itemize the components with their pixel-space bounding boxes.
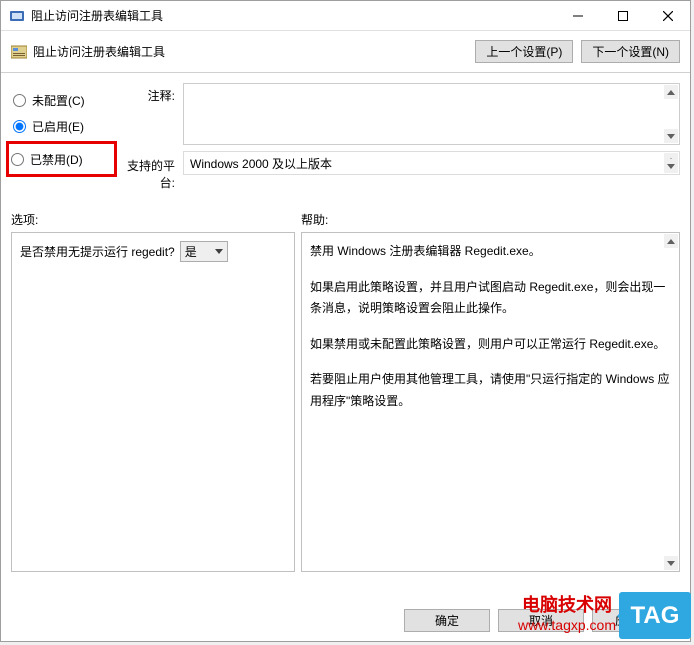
supported-field: Windows 2000 及以上版本 [183,151,680,175]
comment-label: 注释: [117,87,175,157]
radio-disabled[interactable]: 已禁用(D) [9,146,108,172]
help-paragraph: 如果启用此策略设置，并且用户试图启动 Regedit.exe，则会出现一条消息，… [310,277,671,320]
radio-enabled-input[interactable] [13,120,26,133]
help-heading: 帮助: [301,211,680,228]
radio-enabled[interactable]: 已启用(E) [11,113,117,139]
policy-editor-window: 阻止访问注册表编辑工具 阻止访问注册表编辑工具 上一个设置(P) 下一个设置(N… [0,0,691,642]
ok-button[interactable]: 确定 [404,609,490,632]
scroll-down-icon[interactable] [664,556,678,570]
highlight-box: 已禁用(D) [6,141,117,177]
scroll-down-icon[interactable] [664,159,678,173]
options-heading: 选项: [11,211,301,228]
option-select-value: 是 [185,243,197,260]
cancel-button[interactable]: 取消 [498,609,584,632]
scroll-down-icon[interactable] [664,129,678,143]
radio-enabled-label: 已启用(E) [32,118,84,135]
prev-setting-button[interactable]: 上一个设置(P) [475,40,573,63]
titlebar: 阻止访问注册表编辑工具 [1,1,690,31]
app-icon [9,8,25,24]
help-paragraph: 若要阻止用户使用其他管理工具，请使用"只运行指定的 Windows 应用程序"策… [310,369,671,412]
radio-disabled-input[interactable] [11,153,24,166]
scroll-up-icon[interactable] [664,85,678,99]
radio-not-configured-label: 未配置(C) [32,92,85,109]
help-paragraph: 禁用 Windows 注册表编辑器 Regedit.exe。 [310,241,671,263]
minimize-button[interactable] [555,1,600,30]
header-title: 阻止访问注册表编辑工具 [33,43,467,60]
help-paragraph: 如果禁用或未配置此策略设置，则用户可以正常运行 Regedit.exe。 [310,334,671,356]
radio-not-configured[interactable]: 未配置(C) [11,87,117,113]
field-labels: 注释: 支持的平台: [117,83,183,191]
policy-icon [11,44,27,60]
help-panel: 禁用 Windows 注册表编辑器 Regedit.exe。 如果启用此策略设置… [301,232,680,572]
comment-textarea[interactable] [183,83,680,145]
radio-group: 未配置(C) 已启用(E) 已禁用(D) [11,83,117,177]
tag-badge: TAG [619,592,691,639]
maximize-button[interactable] [600,1,645,30]
next-setting-button[interactable]: 下一个设置(N) [581,40,680,63]
options-panel: 是否禁用无提示运行 regedit? 是 [11,232,295,572]
radio-not-configured-input[interactable] [13,94,26,107]
scroll-up-icon[interactable] [664,234,678,248]
header-row: 阻止访问注册表编辑工具 上一个设置(P) 下一个设置(N) [1,31,690,73]
chevron-down-icon [215,249,223,254]
close-button[interactable] [645,1,690,30]
radio-disabled-label: 已禁用(D) [30,151,83,168]
body-area: 未配置(C) 已启用(E) 已禁用(D) 注释: 支持的平台: [1,73,690,572]
option-select[interactable]: 是 [180,241,228,262]
supported-label: 支持的平台: [117,157,175,191]
supported-text: Windows 2000 及以上版本 [190,157,332,171]
option-label: 是否禁用无提示运行 regedit? [20,243,175,260]
window-title: 阻止访问注册表编辑工具 [31,7,555,24]
